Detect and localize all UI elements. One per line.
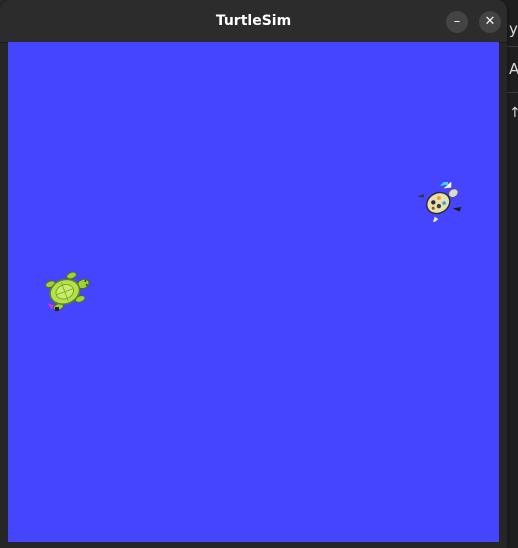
turtle-canvas [8, 42, 499, 542]
background-text-fragment: A [509, 60, 518, 78]
title-bar[interactable]: TurtleSim – ✕ [0, 0, 507, 43]
background-text-fragment: ↑ [509, 105, 518, 121]
minimize-icon: – [453, 14, 461, 29]
colorful-turtle-icon [417, 182, 462, 222]
close-button[interactable]: ✕ [479, 11, 501, 33]
background-text-fragment: y [509, 20, 518, 38]
close-icon: ✕ [484, 14, 496, 29]
minimize-button[interactable]: – [446, 11, 468, 33]
window-title: TurtleSim [215, 13, 292, 29]
turtlesim-window: TurtleSim – ✕ [0, 0, 507, 548]
green-turtle-icon [45, 271, 90, 311]
